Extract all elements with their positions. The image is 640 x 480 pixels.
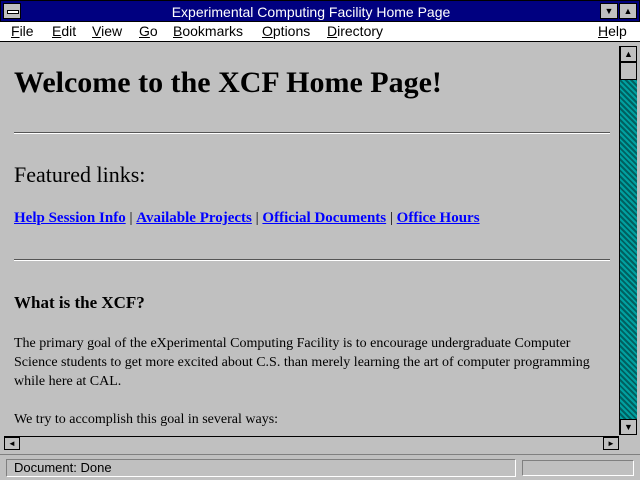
maximize-arrow-icon: ▲: [623, 6, 633, 16]
minimize-arrow-icon: ▼: [604, 6, 614, 16]
vertical-scrollbar[interactable]: ▲ ▼: [619, 46, 637, 435]
menu-go[interactable]: Go: [139, 23, 158, 40]
vertical-scroll-thumb[interactable]: [620, 62, 637, 80]
scroll-up-button[interactable]: ▲: [620, 46, 637, 62]
arrow-right-icon: ►: [607, 439, 615, 448]
scroll-right-button[interactable]: ►: [603, 437, 619, 450]
scroll-left-button[interactable]: ◄: [4, 437, 20, 450]
system-menu-icon[interactable]: [3, 3, 21, 19]
scrollbar-corner: [619, 436, 637, 450]
scroll-down-button[interactable]: ▼: [620, 419, 637, 435]
goal-paragraph: We try to accomplish this goal in severa…: [14, 412, 279, 427]
menu-edit[interactable]: Edit: [52, 23, 76, 40]
menu-view[interactable]: View: [92, 23, 122, 40]
menu-directory[interactable]: Directory: [327, 23, 383, 40]
divider: [14, 132, 610, 134]
menu-help[interactable]: Help: [598, 23, 627, 40]
link-available-projects[interactable]: Available Projects: [136, 210, 252, 226]
link-office-hours[interactable]: Office Hours: [397, 210, 480, 226]
link-separator: |: [125, 210, 137, 226]
link-official-documents[interactable]: Official Documents: [262, 210, 386, 226]
menu-file[interactable]: File: [11, 23, 34, 40]
arrow-left-icon: ◄: [8, 439, 16, 448]
progress-indicator: [522, 460, 634, 476]
link-separator: |: [386, 210, 397, 226]
status-text: Document: Done: [6, 459, 516, 477]
status-bar: Document: Done: [0, 454, 640, 480]
page-heading: Welcome to the XCF Home Page!: [14, 66, 442, 99]
intro-paragraph: The primary goal of the eXperimental Com…: [14, 336, 590, 389]
menu-bar: File Edit View Go Bookmarks Options Dire…: [0, 22, 640, 42]
section-heading: What is the XCF?: [14, 293, 145, 312]
divider: [14, 259, 610, 261]
arrow-up-icon: ▲: [624, 49, 633, 59]
menu-options[interactable]: Options: [262, 23, 310, 40]
featured-links: Help Session Info | Available Projects |…: [14, 210, 480, 227]
browser-content-frame: Welcome to the XCF Home Page! Featured l…: [0, 42, 640, 454]
title-bar: Experimental Computing Facility Home Pag…: [0, 0, 640, 22]
arrow-down-icon: ▼: [624, 422, 633, 432]
document-view: Welcome to the XCF Home Page! Featured l…: [4, 46, 616, 438]
maximize-button[interactable]: ▲: [619, 3, 637, 19]
minimize-button[interactable]: ▼: [600, 3, 618, 19]
horizontal-scrollbar[interactable]: ◄ ►: [4, 436, 619, 450]
link-separator: |: [251, 210, 263, 226]
menu-bookmarks[interactable]: Bookmarks: [173, 23, 243, 40]
window-title: Experimental Computing Facility Home Pag…: [171, 4, 451, 20]
link-help-session-info[interactable]: Help Session Info: [14, 210, 126, 226]
featured-links-heading: Featured links:: [14, 162, 146, 187]
